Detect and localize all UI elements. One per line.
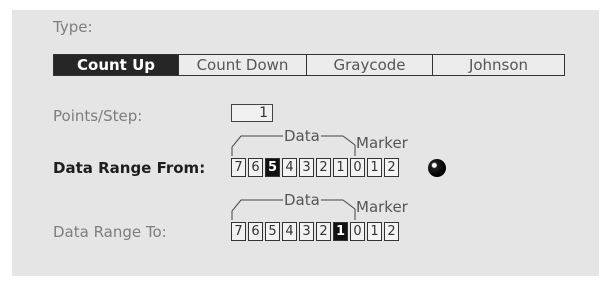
type-option-johnson[interactable]: Johnson: [432, 55, 564, 75]
to-marker-caption: Marker: [356, 198, 408, 216]
to-marker-bit-2[interactable]: 2: [384, 222, 399, 241]
from-bit-2[interactable]: 2: [316, 158, 331, 177]
to-bit-5[interactable]: 5: [265, 222, 280, 241]
from-bit-7[interactable]: 7: [231, 158, 246, 177]
from-bit-4[interactable]: 4: [282, 158, 297, 177]
type-option-graycode[interactable]: Graycode: [306, 55, 432, 75]
to-annotation: Data Marker: [231, 190, 491, 222]
from-bit-1[interactable]: 1: [333, 158, 348, 177]
type-selector: Count Up Count Down Graycode Johnson: [53, 54, 565, 76]
data-range-to-label: Data Range To:: [53, 223, 167, 241]
from-marker-bit-1[interactable]: 1: [367, 158, 382, 177]
from-marker-bit-2[interactable]: 2: [384, 158, 399, 177]
type-label: Type:: [53, 18, 93, 36]
from-bit-0[interactable]: 0: [350, 158, 365, 177]
radio-ball-icon[interactable]: [428, 159, 446, 177]
to-bit-7[interactable]: 7: [231, 222, 246, 241]
to-bit-3[interactable]: 3: [299, 222, 314, 241]
data-range-to-bits: 7 6 5 4 3 2 1 0 1 2: [231, 222, 401, 242]
to-data-caption: Data: [284, 191, 320, 209]
to-bit-4[interactable]: 4: [282, 222, 297, 241]
from-marker-caption: Marker: [356, 134, 408, 152]
to-bit-6[interactable]: 6: [248, 222, 263, 241]
settings-panel: Type: Count Up Count Down Graycode Johns…: [12, 10, 599, 276]
to-marker-bit-1[interactable]: 1: [367, 222, 382, 241]
from-bit-3[interactable]: 3: [299, 158, 314, 177]
from-data-caption: Data: [284, 127, 320, 145]
type-option-count-down[interactable]: Count Down: [178, 55, 306, 75]
from-bit-5[interactable]: 5: [265, 158, 280, 177]
to-bit-0[interactable]: 0: [350, 222, 365, 241]
from-bit-6[interactable]: 6: [248, 158, 263, 177]
data-range-from-label: Data Range From:: [53, 159, 206, 177]
type-option-count-up[interactable]: Count Up: [54, 55, 178, 75]
data-range-from-bits: 7 6 5 4 3 2 1 0 1 2: [231, 158, 401, 178]
points-per-step-label: Points/Step:: [53, 107, 143, 125]
to-bit-2[interactable]: 2: [316, 222, 331, 241]
points-per-step-field[interactable]: 1: [231, 104, 273, 122]
to-bit-1[interactable]: 1: [333, 222, 348, 241]
from-annotation: Data Marker: [231, 126, 491, 158]
